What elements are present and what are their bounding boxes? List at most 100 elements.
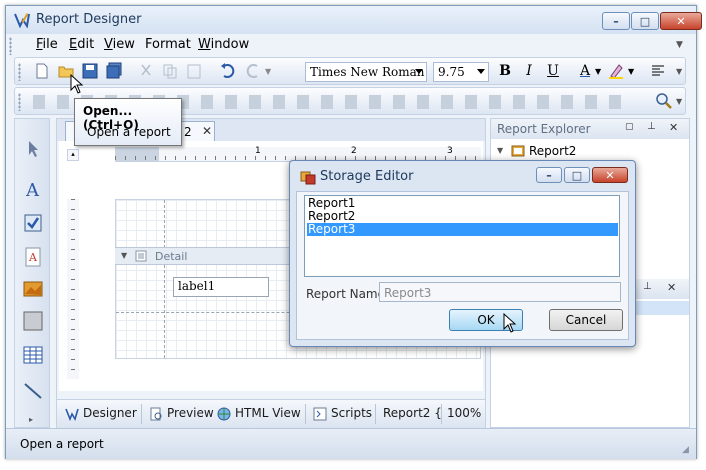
dialog-title: Storage Editor: [320, 169, 414, 184]
font-color-button[interactable]: A: [576, 63, 594, 81]
minimize-button[interactable]: –: [602, 12, 630, 30]
toolbox-scroll-down-icon[interactable]: ▸: [29, 415, 33, 424]
ruler-mark: 2: [351, 146, 357, 156]
toolbar-grip[interactable]: [18, 93, 21, 111]
window-title: Report Designer: [36, 12, 142, 27]
line-tool-icon[interactable]: [23, 381, 43, 401]
toolbar-overflow-icon[interactable]: ▼: [676, 97, 682, 106]
label-tool-icon[interactable]: A: [23, 179, 43, 199]
tab-html-view[interactable]: HTML View: [235, 406, 301, 420]
html-view-icon: [217, 407, 231, 421]
zoom-level[interactable]: 100%: [447, 406, 481, 420]
paste-icon[interactable]: [185, 62, 203, 80]
copy-icon[interactable]: [161, 62, 179, 80]
panel-close-icon[interactable]: ✕: [667, 281, 676, 294]
list-item-selected[interactable]: Report3: [307, 223, 618, 236]
designer-icon: [65, 408, 79, 421]
font-size-combo[interactable]: 9.75: [433, 62, 489, 82]
preview-icon: [150, 407, 162, 421]
toolbox: A A ▸: [14, 118, 50, 428]
menu-view[interactable]: View: [104, 37, 135, 52]
menu-window[interactable]: Window: [198, 37, 249, 52]
table-tool-icon[interactable]: [23, 345, 43, 365]
report-list[interactable]: Report1 Report2 Report3: [304, 195, 620, 277]
maximize-icon: □: [639, 14, 651, 28]
dialog-close-button[interactable]: ✕: [592, 167, 628, 183]
save-all-icon[interactable]: [105, 62, 123, 80]
menu-grip[interactable]: [9, 37, 12, 55]
view-tabs: Designer Preview HTML View Scripts Repor…: [57, 399, 485, 428]
font-name-combo[interactable]: Times New Roman: [305, 62, 427, 82]
minimize-icon: –: [546, 168, 552, 182]
tab-scripts[interactable]: Scripts: [331, 406, 372, 420]
dialog-minimize-button[interactable]: –: [536, 167, 562, 183]
align-left-icon[interactable]: [649, 62, 667, 80]
pin-icon[interactable]: ⊥: [643, 281, 652, 292]
menu-edit[interactable]: Edit: [69, 37, 94, 52]
menu-file[interactable]: File: [36, 37, 58, 52]
cancel-button[interactable]: Cancel: [549, 309, 623, 331]
vertical-ruler: [67, 199, 79, 379]
italic-button[interactable]: I: [520, 63, 538, 81]
svg-text:A: A: [25, 180, 40, 199]
pin-icon[interactable]: ⊥: [647, 121, 656, 132]
collapse-band-icon[interactable]: ▼: [121, 251, 127, 260]
cut-icon[interactable]: [137, 62, 155, 80]
status-bar: Open a report ◢: [6, 428, 696, 459]
tab-preview[interactable]: Preview: [167, 406, 214, 420]
redo-icon[interactable]: [245, 62, 263, 80]
standard-toolbar: ▼ Times New Roman 9.75 B I U A ▼ ▼ ▼: [14, 57, 686, 85]
open-tooltip: Open... (Ctrl+O) Open a report: [74, 98, 182, 146]
report-name-field[interactable]: Report3: [379, 282, 621, 302]
dialog-maximize-button[interactable]: □: [564, 167, 590, 183]
close-tab-icon[interactable]: ✕: [202, 124, 212, 138]
pointer-icon[interactable]: [23, 139, 43, 159]
panel-close-icon[interactable]: ✕: [669, 121, 678, 134]
report-info: Report2 {: [383, 406, 442, 420]
report-designer-icon: [14, 13, 30, 28]
picture-tool-icon[interactable]: [23, 279, 43, 299]
close-button[interactable]: ✕: [660, 12, 702, 30]
dialog-body: Report1 Report2 Report3 Report Name : Re…: [296, 191, 629, 340]
panel-tool-icon[interactable]: [23, 311, 43, 331]
highlight-dropdown-icon[interactable]: ▼: [628, 67, 634, 76]
maximize-button[interactable]: □: [631, 12, 659, 30]
chevron-down-icon: [415, 69, 423, 74]
tab-designer[interactable]: Designer: [83, 406, 137, 420]
menu-overflow-icon[interactable]: ▼: [676, 40, 683, 50]
ruler-corner-icon[interactable]: ▴: [67, 149, 79, 161]
tree-root-report2[interactable]: Report2: [529, 144, 576, 158]
report-explorer-title: Report Explorer: [497, 122, 591, 136]
mouse-cursor-icon: [70, 74, 84, 94]
highlight-color-icon[interactable]: [607, 62, 625, 80]
selected-row[interactable]: [631, 301, 689, 315]
bold-button[interactable]: B: [496, 63, 514, 81]
underline-button[interactable]: U: [544, 63, 562, 81]
label-control[interactable]: label1: [173, 277, 269, 297]
mouse-cursor-icon: [503, 313, 517, 333]
storage-editor-icon: [300, 171, 316, 185]
tooltip-text: Open a report: [87, 125, 171, 139]
panel-dropdown-icon[interactable]: ▢: [625, 122, 634, 132]
menu-bar: File Edit View Format Window ▼: [6, 34, 696, 56]
toolbar-overflow-icon[interactable]: ▼: [676, 67, 682, 76]
font-color-dropdown-icon[interactable]: ▼: [595, 67, 601, 76]
redo-dropdown-icon[interactable]: ▼: [265, 67, 271, 76]
storage-editor-dialog: Storage Editor – □ ✕ Report1 Report2 Rep…: [289, 160, 636, 347]
undo-icon[interactable]: [218, 62, 236, 80]
title-bar: Report Designer – □ ✕: [6, 6, 702, 34]
close-icon: ✕: [605, 168, 615, 182]
report-node-icon: [511, 145, 525, 157]
second-panel-header: ⊥ ✕: [631, 279, 689, 299]
new-document-icon[interactable]: [33, 62, 51, 80]
zoom-icon[interactable]: [655, 92, 673, 110]
svg-text:A: A: [28, 251, 38, 264]
checkbox-tool-icon[interactable]: [23, 213, 43, 233]
close-icon: ✕: [676, 14, 686, 28]
toolbar-grip[interactable]: [18, 63, 21, 81]
menu-format[interactable]: Format: [145, 37, 191, 52]
richtext-tool-icon[interactable]: A: [23, 247, 43, 267]
status-text: Open a report: [20, 437, 104, 451]
resize-grip-icon[interactable]: ◢: [682, 445, 689, 455]
tree-expand-icon[interactable]: ▼: [497, 146, 503, 155]
